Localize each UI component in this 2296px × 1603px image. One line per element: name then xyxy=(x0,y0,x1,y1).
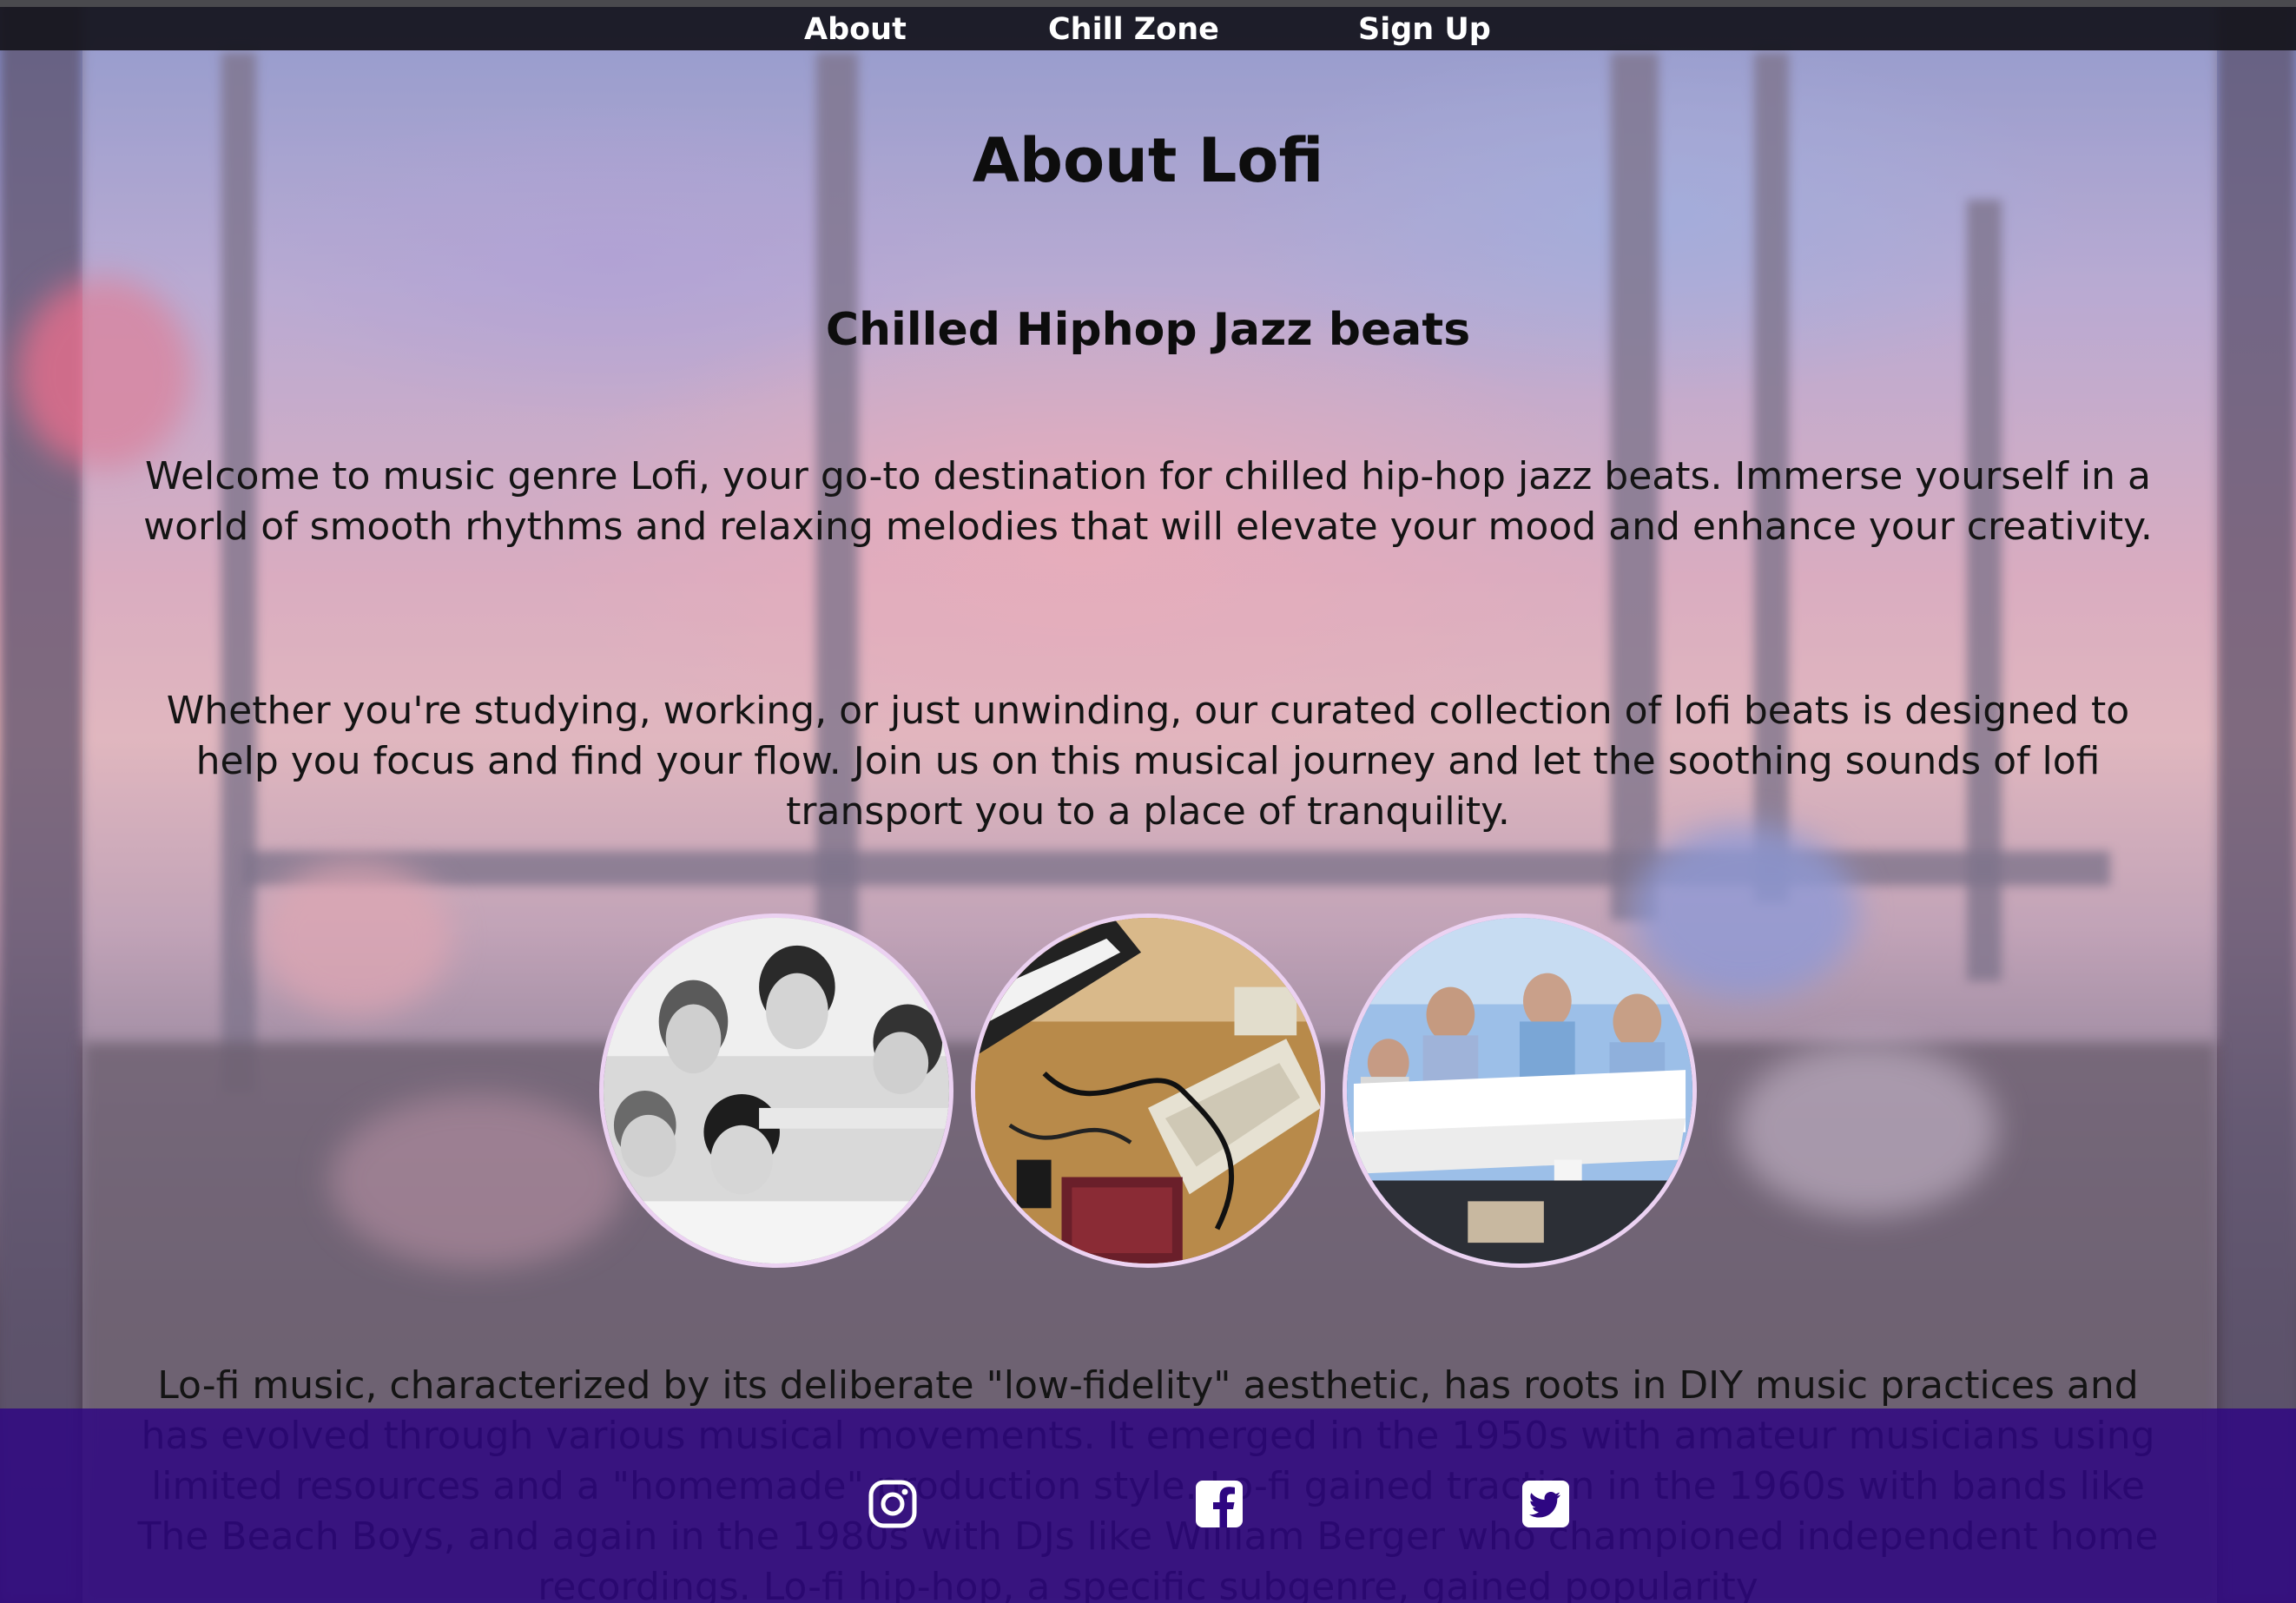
piano-performance-photo xyxy=(1343,914,1697,1268)
focus-paragraph: Whether you're studying, working, or jus… xyxy=(166,689,2130,834)
nav-link-about[interactable]: About xyxy=(804,10,907,49)
instagram-icon[interactable] xyxy=(867,1478,919,1530)
nav-link-sign-up[interactable]: Sign Up xyxy=(1358,10,1491,49)
window-top-edge xyxy=(0,0,2296,7)
footer xyxy=(0,1408,2296,1603)
facebook-icon[interactable] xyxy=(1193,1478,1245,1530)
intro-paragraph: Welcome to music genre Lofi, your go-to … xyxy=(143,454,2153,549)
page-title: About Lofi xyxy=(972,125,1324,196)
band-portrait-photo xyxy=(599,914,953,1268)
nav-link-chill-zone[interactable]: Chill Zone xyxy=(1048,10,1219,49)
page-subtitle: Chilled Hiphop Jazz beats xyxy=(825,304,1471,356)
twitter-icon[interactable] xyxy=(1520,1478,1572,1530)
navbar: About Chill Zone Sign Up xyxy=(0,7,2296,50)
keyboard-studio-photo xyxy=(971,914,1325,1268)
